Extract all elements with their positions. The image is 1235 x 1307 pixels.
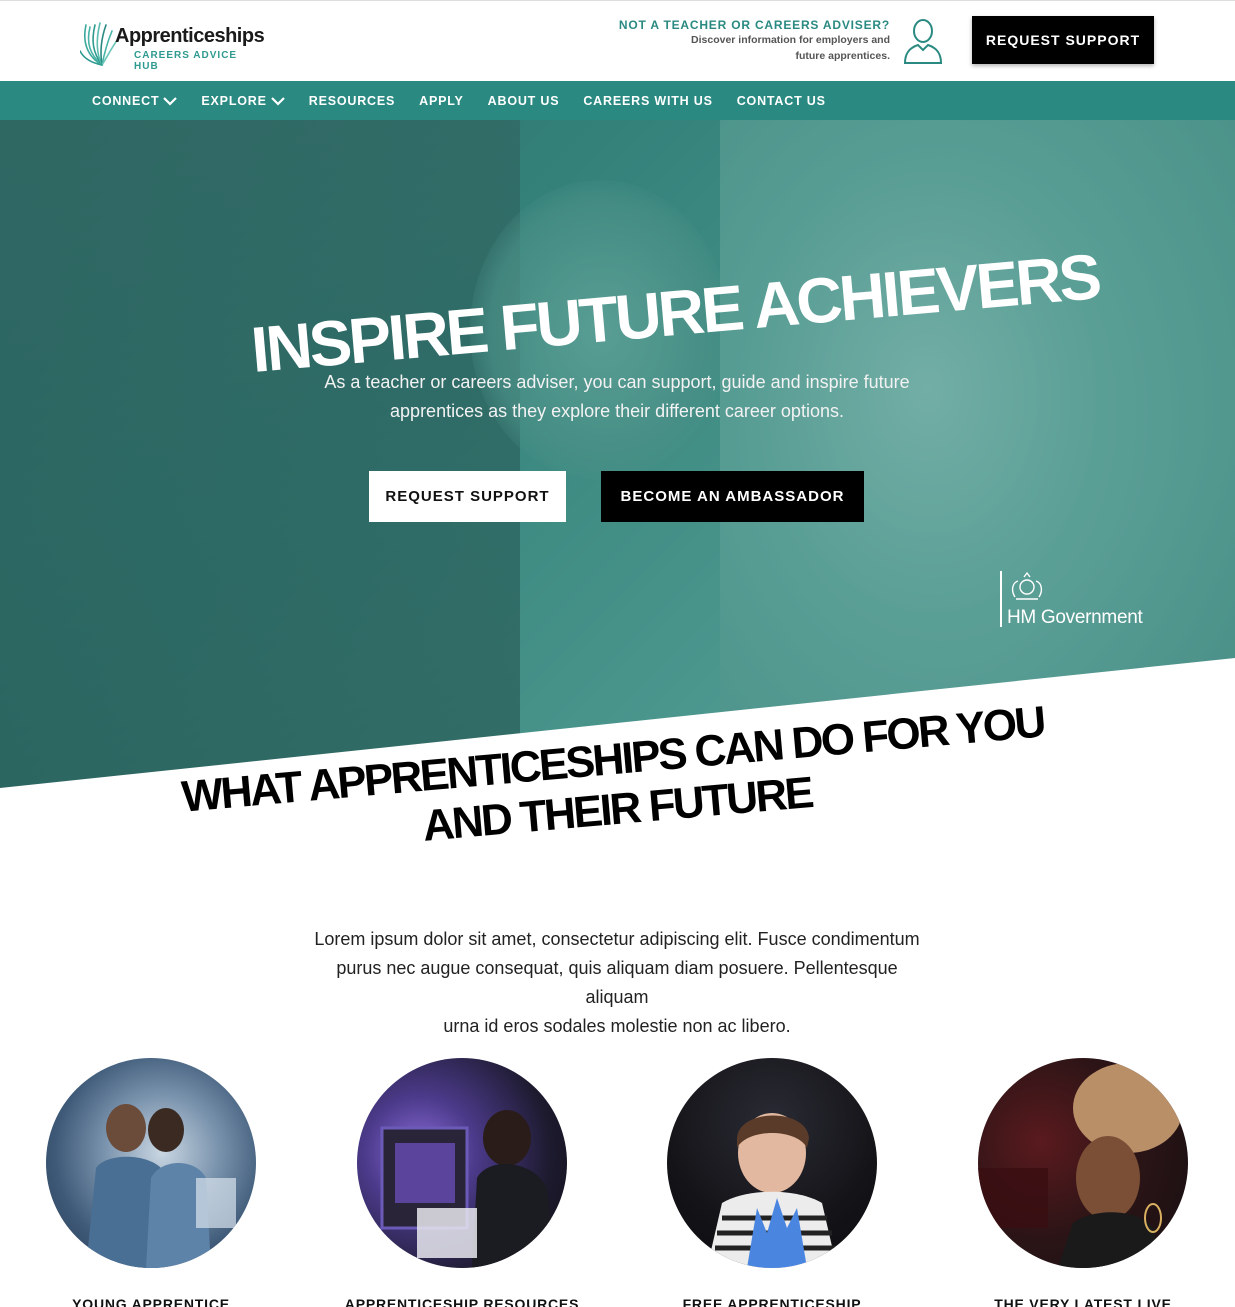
card-free-apprenticeship[interactable]: FREE APPRENTICESHIP	[667, 1058, 927, 1307]
nav-item-contact-us[interactable]: CONTACT US	[737, 94, 826, 108]
card-young-apprentice[interactable]: YOUNG APPRENTICE	[46, 1058, 306, 1307]
nav-item-label: EXPLORE	[201, 93, 267, 108]
become-ambassador-button[interactable]: BECOME AN AMBASSADOR	[601, 471, 864, 522]
nav-item-apply[interactable]: APPLY	[419, 94, 464, 108]
nav-item-connect[interactable]: CONNECT	[92, 93, 178, 108]
royal-crest-icon	[1011, 571, 1043, 600]
section-body-line2: purus nec augue consequat, quis aliquam …	[336, 958, 898, 1007]
not-teacher-desc-line1: Discover information for employers and	[691, 34, 890, 46]
not-teacher-desc-line2: future apprentices.	[795, 50, 890, 62]
card-image	[46, 1058, 256, 1268]
nav-item-resources[interactable]: RESOURCES	[309, 94, 395, 108]
nav-item-explore[interactable]: EXPLORE	[201, 93, 285, 108]
nav-item-label: CONNECT	[92, 93, 160, 108]
card-label: APPRENTICESHIP RESOURCES	[344, 1296, 580, 1307]
hm-government-logo: HM Government	[1000, 571, 1160, 628]
user-icon[interactable]	[902, 17, 944, 65]
request-support-header-button[interactable]: REQUEST SUPPORT	[972, 16, 1154, 64]
hero-section: INSPIRE FUTURE ACHIEVERS As a teacher or…	[0, 120, 1235, 790]
card-image	[978, 1058, 1188, 1268]
chevron-down-icon	[163, 96, 178, 106]
hero-subtitle-line1: As a teacher or careers adviser, you can…	[324, 372, 910, 392]
section-body-line1: Lorem ipsum dolor sit amet, consectetur …	[314, 929, 920, 949]
nav-item-label: RESOURCES	[308, 93, 396, 108]
site-logo[interactable]: Apprenticeships CAREERS ADVICE HUB	[80, 11, 265, 72]
photo-person-icon	[707, 1113, 837, 1268]
nav-item-label: APPLY	[419, 93, 464, 108]
section-body-line3: urna id eros sodales molestie non ac lib…	[443, 1016, 791, 1036]
nav-item-label: CAREERS WITH US	[583, 93, 713, 108]
not-teacher-link[interactable]: NOT A TEACHER OR CAREERS ADVISER? Discov…	[619, 18, 890, 64]
not-teacher-question: NOT A TEACHER OR CAREERS ADVISER?	[618, 18, 890, 32]
chevron-down-icon	[270, 96, 285, 106]
nav-item-label: ABOUT US	[487, 93, 560, 108]
nav-item-about-us[interactable]: ABOUT US	[488, 94, 560, 108]
card-the-very-latest-live[interactable]: THE VERY LATEST LIVE	[978, 1058, 1235, 1307]
photo-people-icon	[86, 1104, 236, 1268]
card-apprenticeship-resources[interactable]: APPRENTICESHIP RESOURCES	[345, 1058, 617, 1307]
hero-subtitle: As a teacher or careers adviser, you can…	[317, 368, 917, 426]
hero-subtitle-line2: apprentices as they explore their differ…	[390, 401, 844, 421]
nav-items: CONNECT EXPLORE RESOURCES APPLY ABOUT US…	[92, 81, 850, 120]
hero-diagonal-edge	[0, 658, 1235, 790]
nav-item-careers-with-us[interactable]: CAREERS WITH US	[583, 94, 712, 108]
photo-3d-printer-icon	[380, 1110, 557, 1268]
card-image	[667, 1058, 877, 1268]
hm-government-divider	[1000, 571, 1002, 627]
card-label: YOUNG APPRENTICE	[72, 1296, 230, 1307]
logo-title: Apprenticeships	[115, 25, 265, 47]
photo-person-icon	[978, 1063, 1183, 1268]
feature-cards: YOUNG APPRENTICE APPRENTICESHIP RESOURCE…	[0, 1058, 1235, 1307]
section-body: Lorem ipsum dolor sit amet, consectetur …	[307, 925, 927, 1041]
request-support-button[interactable]: REQUEST SUPPORT	[369, 471, 566, 522]
logo-subtitle: CAREERS ADVICE HUB	[134, 50, 238, 72]
hm-government-label: HM Government	[1007, 607, 1143, 628]
card-label: THE VERY LATEST LIVE	[994, 1296, 1172, 1307]
card-label: FREE APPRENTICESHIP	[682, 1296, 862, 1307]
main-nav: CONNECT EXPLORE RESOURCES APPLY ABOUT US…	[0, 81, 1235, 120]
site-header: Apprenticeships CAREERS ADVICE HUB NOT A…	[0, 0, 1235, 81]
nav-item-label: CONTACT US	[736, 93, 826, 108]
card-image	[357, 1058, 567, 1268]
